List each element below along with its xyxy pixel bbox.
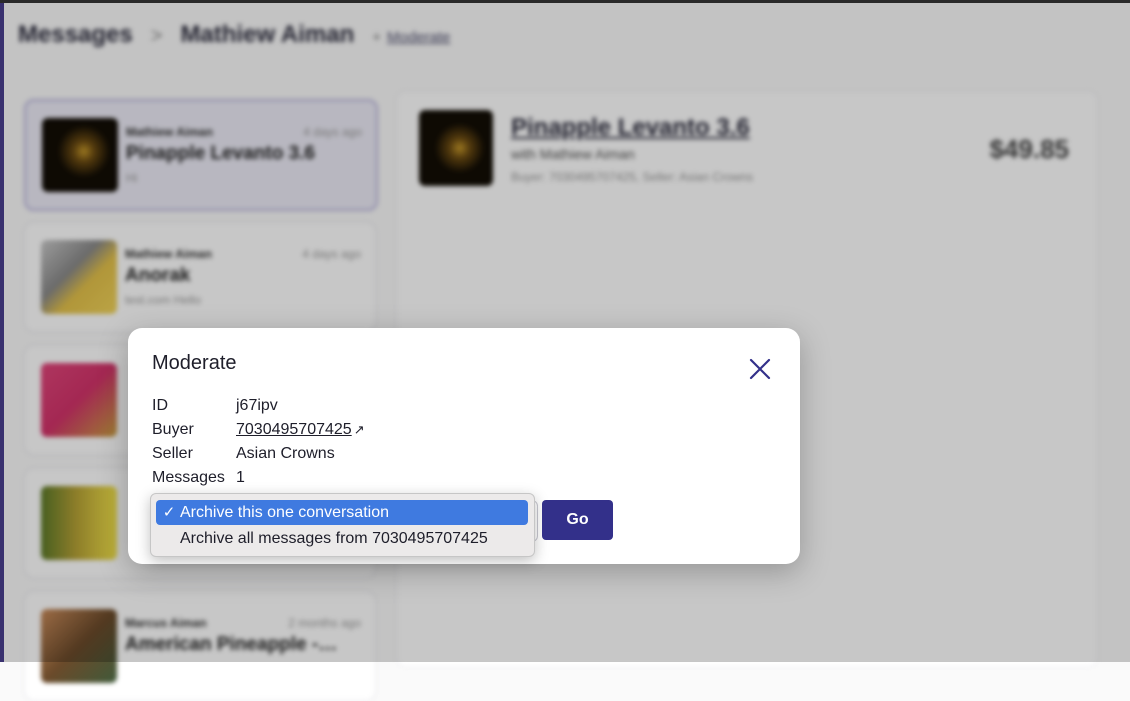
detail-row-id: ID j67ipv	[152, 394, 365, 418]
detail-label: Seller	[152, 445, 193, 462]
detail-value: Asian Crowns	[236, 445, 335, 462]
detail-label: ID	[152, 397, 168, 414]
detail-row-seller: Seller Asian Crowns	[152, 442, 365, 466]
moderation-details: ID j67ipv Buyer 7030495707425 ↗ Seller A…	[152, 394, 365, 490]
buyer-link[interactable]: 7030495707425	[236, 418, 352, 442]
close-icon[interactable]	[746, 355, 774, 383]
checkmark-icon: ✓	[162, 504, 176, 521]
action-dropdown-menu: ✓ Archive this one conversation Archive a…	[150, 493, 535, 557]
moderate-modal: Moderate ID j67ipv Buyer 7030495707425 ↗…	[128, 328, 800, 564]
external-link-icon[interactable]: ↗	[354, 418, 365, 442]
go-button[interactable]: Go	[542, 500, 613, 540]
detail-label: Messages	[152, 469, 225, 486]
detail-value: 1	[236, 469, 245, 486]
option-archive-all-messages[interactable]: Archive all messages from 7030495707425	[156, 526, 528, 551]
option-label: Archive this one conversation	[180, 504, 389, 521]
detail-label: Buyer	[152, 421, 194, 438]
detail-row-messages: Messages 1	[152, 466, 365, 490]
modal-title: Moderate	[152, 352, 237, 374]
detail-value: j67ipv	[236, 397, 278, 414]
detail-row-buyer: Buyer 7030495707425 ↗	[152, 418, 365, 442]
option-archive-conversation[interactable]: ✓ Archive this one conversation	[156, 500, 528, 525]
option-label: Archive all messages from 7030495707425	[180, 530, 488, 547]
